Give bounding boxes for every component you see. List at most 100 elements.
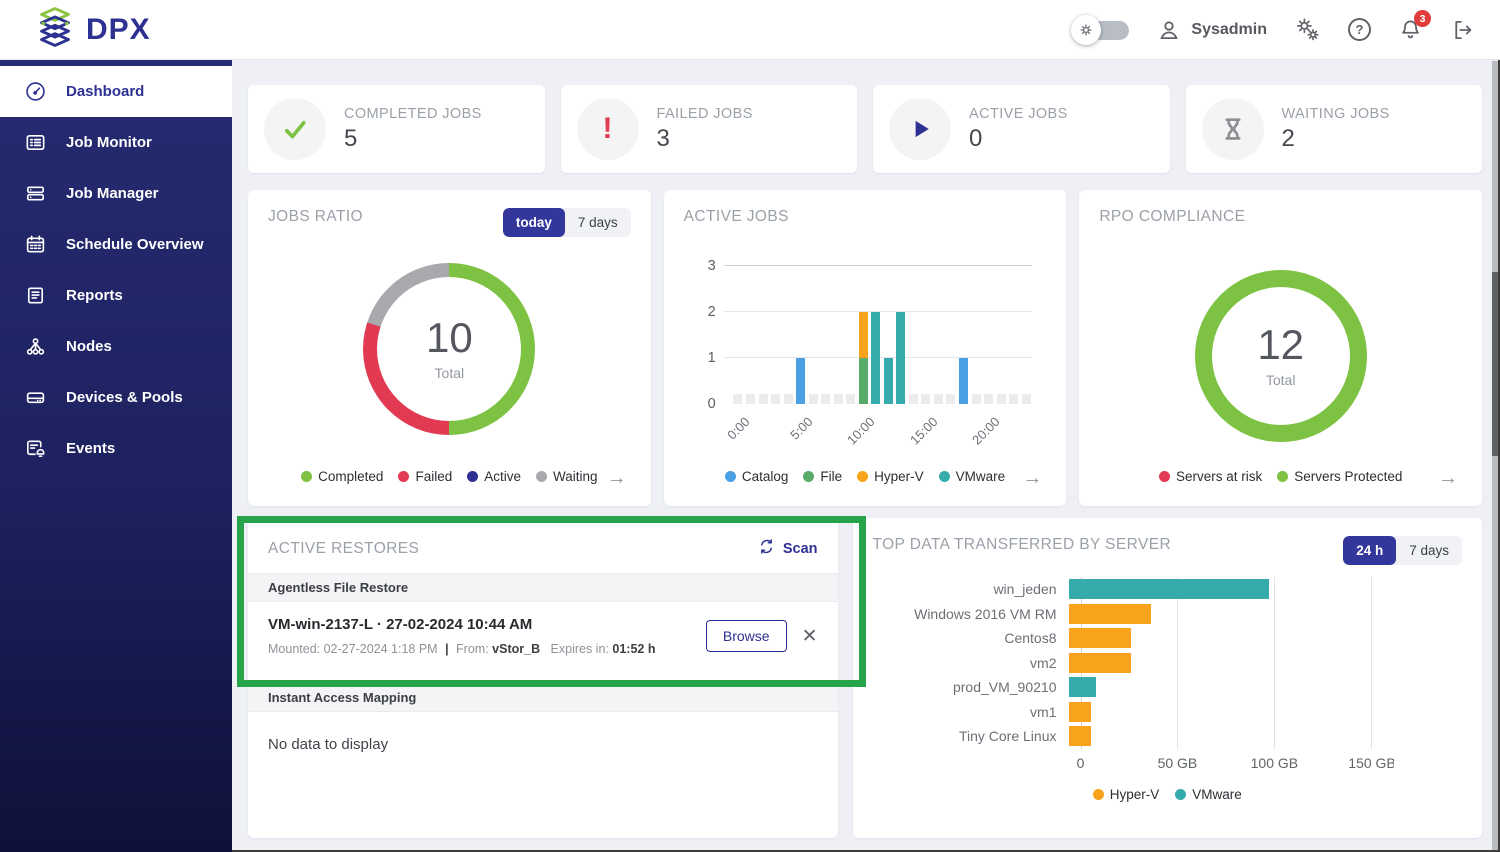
legend-dot-icon — [857, 471, 869, 482]
x-axis-tick-50: 50 GB — [1157, 754, 1198, 771]
x-axis-tick-20-00: 20:00 — [969, 414, 1004, 448]
bar-file — [858, 358, 868, 404]
empty-slot-stub — [808, 394, 818, 404]
close-icon[interactable]: ✕ — [802, 625, 818, 648]
browse-button[interactable]: Browse — [705, 620, 787, 652]
user-menu[interactable]: Sysadmin — [1156, 17, 1267, 43]
scrollbar-thumb[interactable] — [1492, 272, 1498, 456]
schedule-overview-icon — [24, 233, 47, 256]
hour-slot-19 — [970, 394, 983, 404]
stat-text: ACTIVE JOBS 0 — [969, 106, 1068, 153]
toggle-7days[interactable]: 7 days — [565, 208, 631, 237]
sidebar-item-schedule-overview[interactable]: Schedule Overview — [0, 219, 232, 270]
sidebar-item-dashboard[interactable]: Dashboard — [0, 66, 232, 117]
legend-label: Active — [484, 469, 521, 484]
active-restores-card: ACTIVE RESTORES Scan Agentless File Rest… — [248, 518, 838, 838]
server-label: Centos8 — [1004, 630, 1057, 647]
jobs-ratio-total: 10 — [425, 314, 473, 361]
legend-dot-icon — [724, 471, 736, 482]
legend-item-completed: Completed — [301, 469, 383, 484]
empty-slot-stub — [833, 394, 843, 404]
hour-slot-16 — [932, 394, 945, 404]
empty-slot-stub — [783, 394, 793, 404]
notifications-bell-icon[interactable]: 3 — [1398, 10, 1431, 42]
empty-slot-stub — [933, 394, 943, 404]
server-row-win-jeden: win_jeden — [873, 577, 1463, 602]
jobs-ratio-range-toggle: today 7 days — [502, 208, 631, 237]
restore-entry-title: VM-win-2137-L · 27-02-2024 10:44 AM — [268, 616, 533, 633]
toggle-7days[interactable]: 7 days — [1396, 536, 1462, 565]
legend-item-hyper-v: Hyper-V — [857, 469, 924, 484]
exclamation-icon: ! — [576, 98, 639, 160]
x-axis-tick-10-00: 10:00 — [844, 414, 878, 448]
active-jobs-arrow-icon[interactable]: → — [1022, 468, 1042, 488]
jobs-ratio-legend: Completed Failed Active Waiting — [258, 469, 641, 484]
sidebar-item-label: Dashboard — [66, 83, 145, 100]
toggle-today[interactable]: today — [502, 208, 565, 237]
server-label: vm1 — [1030, 703, 1057, 720]
legend-label: VMware — [1192, 786, 1242, 802]
sidebar-item-label: Reports — [66, 287, 123, 304]
hour-slot-13 — [895, 312, 908, 404]
legend-label: Hyper-V — [1109, 786, 1160, 802]
x-axis-tick-0: 0 — [1076, 754, 1085, 771]
legend-label: File — [820, 469, 843, 484]
hour-slot-14 — [907, 394, 920, 404]
dpx-logo[interactable]: DPX — [34, 6, 151, 53]
data-bar-hyper-v — [1068, 652, 1131, 673]
sidebar-item-reports[interactable]: Reports — [0, 270, 232, 321]
legend-label: Waiting — [553, 469, 598, 484]
stat-label: WAITING JOBS — [1281, 105, 1390, 122]
top-data-x-axis: 0 50 GB 100 GB 150 GB — [1077, 754, 1451, 779]
bar-zone — [1068, 652, 1451, 673]
bottom-row: ACTIVE RESTORES Scan Agentless File Rest… — [248, 518, 1482, 838]
legend-item-failed: Failed — [398, 469, 452, 484]
sidebar-item-devices-pools[interactable]: Devices & Pools — [0, 372, 232, 423]
x-axis-tick-100: 100 GB — [1250, 754, 1299, 771]
sidebar-item-job-manager[interactable]: Job Manager — [0, 168, 232, 219]
empty-slot-stub — [908, 394, 918, 404]
active-jobs-title: ACTIVE JOBS — [683, 208, 789, 225]
top-data-legend: Hyper-V VMware — [873, 787, 1463, 802]
gear-icon — [1071, 14, 1102, 45]
bar-zone — [1068, 603, 1451, 624]
stat-value: 2 — [1281, 124, 1295, 152]
sidebar-item-events[interactable]: Events — [0, 423, 232, 474]
rpo-arrow-icon[interactable]: → — [1438, 468, 1458, 488]
nodes-icon — [24, 335, 47, 358]
data-bar-hyper-v — [1068, 701, 1091, 722]
logout-icon[interactable] — [1450, 17, 1476, 43]
empty-slot-stub — [971, 394, 981, 404]
jobs-ratio-card: JOBS RATIO today 7 days 10 Total Complet… — [248, 190, 651, 506]
top-data-range-toggle: 24 h 7 days — [1343, 536, 1462, 565]
settings-toggle[interactable] — [1071, 14, 1130, 45]
job-manager-icon — [24, 182, 47, 205]
server-row-vm1: vm1 — [873, 700, 1463, 725]
scan-button[interactable]: Scan — [758, 538, 818, 559]
sidebar-item-job-monitor[interactable]: Job Monitor — [0, 117, 232, 168]
hour-slot-15 — [920, 394, 933, 404]
logo-text: DPX — [86, 12, 151, 46]
empty-slot-stub — [733, 394, 743, 404]
bar-zone — [1068, 579, 1451, 600]
stat-text: WAITING JOBS 2 — [1282, 106, 1390, 153]
agentless-file-restore-header: Agentless File Restore — [248, 573, 838, 602]
legend-label: Failed — [415, 469, 453, 484]
top-data-bar-chart: win_jeden Windows 2016 VM RM Centos8 vm2 pro… — [873, 577, 1463, 802]
hour-slot-1 — [744, 394, 757, 404]
server-label: Tiny Core Linux — [958, 728, 1057, 745]
top-data-rows: win_jeden Windows 2016 VM RM Centos8 vm2 pro… — [873, 577, 1463, 749]
play-icon — [889, 98, 951, 160]
legend-label: Hyper-V — [874, 469, 924, 484]
jobs-ratio-arrow-icon[interactable]: → — [607, 468, 627, 488]
help-icon[interactable]: ? — [1348, 18, 1371, 41]
dpx-logo-icon — [34, 6, 76, 53]
stat-card-completed-jobs: COMPLETED JOBS 5 — [248, 85, 545, 173]
services-gears-icon[interactable] — [1294, 16, 1321, 43]
sidebar-item-nodes[interactable]: Nodes — [0, 321, 232, 372]
charts-row: JOBS RATIO today 7 days 10 Total Complet… — [248, 190, 1483, 506]
toggle-24h[interactable]: 24 h — [1343, 536, 1397, 565]
hour-slot-0 — [732, 394, 745, 404]
active-jobs-bar-chart: 0 1 2 3 0:00 5:00 10:00 15:00 20:00 — [708, 258, 1033, 448]
main-content: COMPLETED JOBS 5! FAILED JOBS 3 ACTIVE JOBS 0… — [232, 60, 1500, 852]
